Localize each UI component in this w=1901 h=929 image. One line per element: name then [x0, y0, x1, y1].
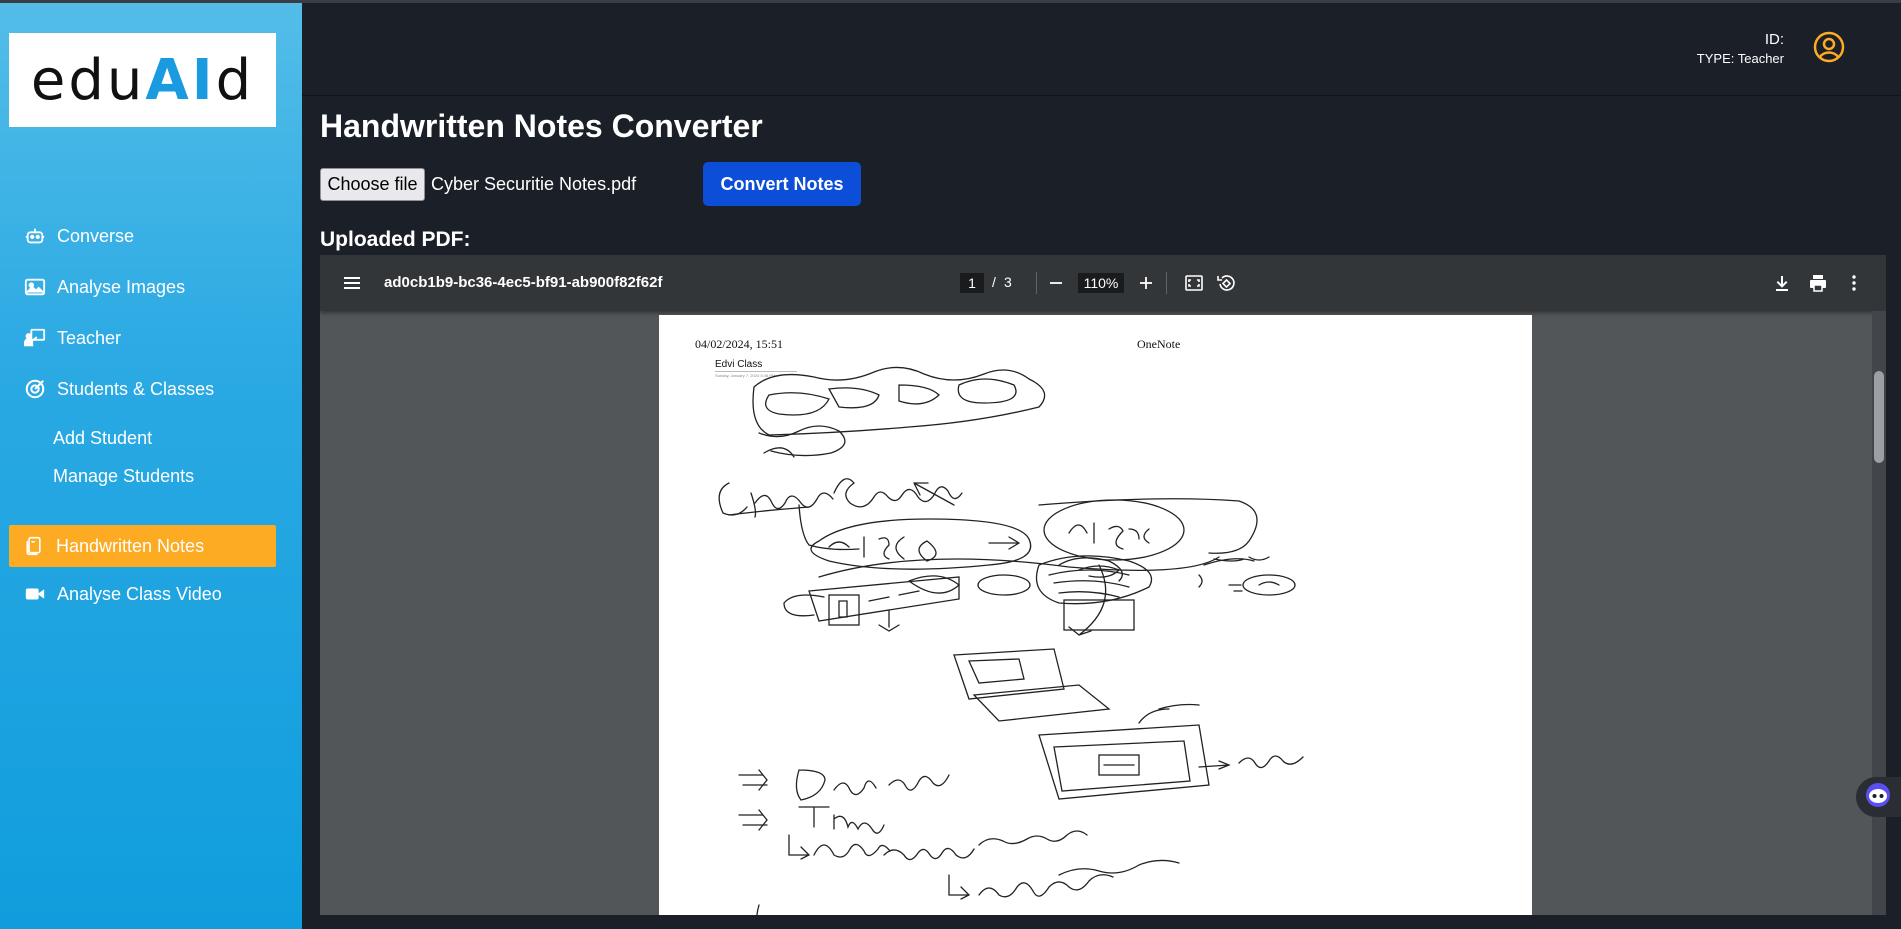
user-circle-icon[interactable] [1812, 30, 1846, 64]
user-type: TYPE: Teacher [1696, 51, 1784, 66]
header-divider [302, 95, 1901, 96]
user-id: ID: [1764, 31, 1784, 48]
sidebar-item-label: Converse [57, 225, 135, 246]
zoom-in-icon[interactable] [1134, 271, 1158, 295]
sidebar-item-converse[interactable]: Converse [24, 219, 134, 253]
uploaded-pdf-label: Uploaded PDF: [320, 228, 471, 251]
sidebar-item-analyse-images[interactable]: Analyse Images [24, 270, 185, 304]
fit-page-icon[interactable] [1182, 271, 1206, 295]
sidebar-subitem-manage-students[interactable]: Manage Students [53, 466, 194, 487]
scrollbar-thumb[interactable] [1874, 371, 1884, 463]
toolbar-divider [1036, 272, 1037, 294]
menu-icon[interactable] [340, 271, 364, 295]
teacher-board-icon [24, 327, 46, 349]
pdf-viewer[interactable]: ad0cb1b9-bc36-4ec5-bf91-ab900f82f62f 1 /… [320, 255, 1886, 915]
toolbar-divider [1166, 272, 1167, 294]
app-logo[interactable]: eduAId [9, 33, 276, 127]
chatbot-icon [1864, 781, 1892, 814]
zoom-level-input[interactable]: 110% [1078, 273, 1124, 293]
print-icon[interactable] [1806, 271, 1830, 295]
sidebar: eduAId Converse Analyse Images Teacher S… [0, 3, 302, 929]
image-icon [24, 276, 46, 298]
top-header: ID: TYPE: Teacher [302, 3, 1901, 95]
more-options-icon[interactable] [1842, 271, 1866, 295]
pdf-page: 04/02/2024, 15:51 OneNote Edvi Class Sun… [659, 315, 1532, 915]
sidebar-item-label: Handwritten Notes [56, 535, 205, 556]
logo-text: eduAId [30, 47, 255, 113]
sidebar-item-handwritten-notes[interactable]: Handwritten Notes [9, 525, 276, 567]
convert-notes-button[interactable]: Convert Notes [703, 162, 861, 206]
notes-icon [24, 535, 46, 557]
assistant-float-button[interactable] [1856, 777, 1901, 817]
sidebar-item-label: Analyse Class Video [57, 583, 222, 604]
sidebar-item-teacher[interactable]: Teacher [24, 321, 121, 355]
choose-file-button[interactable]: Choose file [320, 168, 425, 201]
robot-icon [24, 225, 46, 247]
page-number-input[interactable]: 1 [960, 273, 984, 293]
page-separator: / [992, 274, 996, 290]
sidebar-subitem-add-student[interactable]: Add Student [53, 428, 152, 449]
pdf-scrollbar[interactable] [1872, 311, 1886, 915]
user-info: ID: TYPE: Teacher [1697, 31, 1784, 66]
zoom-out-icon[interactable] [1044, 271, 1068, 295]
sidebar-item-analyse-class-video[interactable]: Analyse Class Video [24, 577, 222, 611]
selected-file-name: Cyber Securitie Notes.pdf [431, 174, 637, 194]
sidebar-item-students-classes[interactable]: Students & Classes [24, 372, 214, 406]
target-icon [24, 378, 46, 400]
sidebar-item-label: Analyse Images [57, 276, 186, 297]
handwritten-sketch [718, 366, 1304, 915]
download-icon[interactable] [1770, 271, 1794, 295]
page-title: Handwritten Notes Converter [320, 108, 763, 144]
pdf-toolbar: ad0cb1b9-bc36-4ec5-bf91-ab900f82f62f 1 /… [320, 255, 1886, 311]
sidebar-item-label: Teacher [57, 327, 122, 348]
page-total: 3 [1004, 274, 1012, 290]
pdf-document-title: ad0cb1b9-bc36-4ec5-bf91-ab900f82f62f [384, 274, 663, 291]
video-camera-icon [24, 583, 46, 605]
rotate-icon[interactable] [1214, 271, 1238, 295]
sidebar-item-label: Students & Classes [57, 378, 215, 399]
